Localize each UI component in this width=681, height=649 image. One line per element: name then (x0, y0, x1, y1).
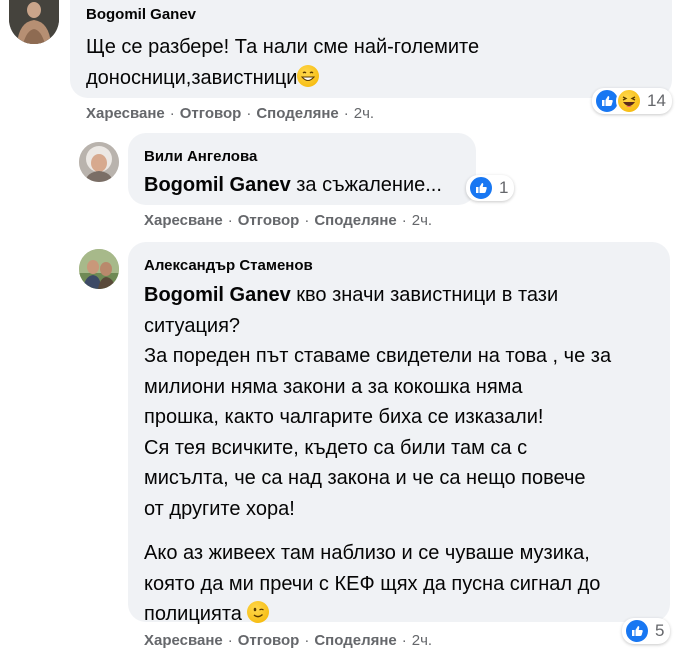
separator: · (401, 632, 407, 649)
separator: · (227, 632, 233, 649)
share-button[interactable]: Споделяне (256, 105, 338, 122)
reaction-summary[interactable]: 1 (466, 175, 515, 201)
comment-text: Bogomil Ganev за съжаление... (144, 174, 442, 196)
mention-link[interactable]: Bogomil Ganev (144, 284, 291, 306)
avatar[interactable] (79, 249, 119, 289)
reaction-summary[interactable]: 5 (622, 618, 671, 644)
share-button[interactable]: Споделяне (314, 212, 396, 229)
comment-actions: Харесване · Отговор · Споделяне · 2ч. (144, 212, 432, 229)
winking-emoji-icon (247, 601, 270, 623)
avatar[interactable] (79, 142, 119, 182)
like-button[interactable]: Харесване (144, 212, 223, 229)
grinning-emoji-icon (297, 64, 320, 87)
timestamp[interactable]: 2ч. (412, 212, 432, 229)
separator: · (246, 105, 252, 122)
haha-reaction-icon (616, 88, 642, 114)
separator: · (401, 212, 407, 229)
separator: · (169, 105, 175, 122)
separator: · (227, 212, 233, 229)
separator: · (304, 632, 310, 649)
comment-author[interactable]: Bogomil Ganev (86, 6, 196, 23)
reaction-count: 14 (647, 91, 666, 110)
reaction-summary[interactable]: 14 (592, 88, 672, 114)
like-reaction-icon (624, 618, 650, 644)
timestamp[interactable]: 2ч. (354, 105, 374, 122)
timestamp[interactable]: 2ч. (412, 632, 432, 649)
reply-button[interactable]: Отговор (180, 105, 242, 122)
reply-button[interactable]: Отговор (238, 212, 300, 229)
separator: · (343, 105, 349, 122)
like-reaction-icon (468, 175, 494, 201)
comment-actions: Харесване · Отговор · Споделяне · 2ч. (86, 105, 374, 122)
comment-text: Ще се разбере! Та нали сме най-големите … (86, 36, 480, 89)
like-button[interactable]: Харесване (144, 632, 223, 649)
separator: · (304, 212, 310, 229)
comment-actions: Харесване · Отговор · Споделяне · 2ч. (144, 632, 432, 649)
reply-button[interactable]: Отговор (238, 632, 300, 649)
reaction-count: 1 (499, 178, 509, 197)
comment-author[interactable]: Александър Стаменов (144, 257, 313, 274)
share-button[interactable]: Споделяне (314, 632, 396, 649)
comment-text: Bogomil Ganev кво значи завистници в таз… (144, 284, 612, 625)
mention-link[interactable]: Bogomil Ganev (144, 174, 291, 196)
reaction-count: 5 (655, 621, 665, 640)
avatar[interactable] (9, 0, 59, 44)
like-button[interactable]: Харесване (86, 105, 165, 122)
comment-author[interactable]: Вили Ангелова (144, 148, 257, 165)
